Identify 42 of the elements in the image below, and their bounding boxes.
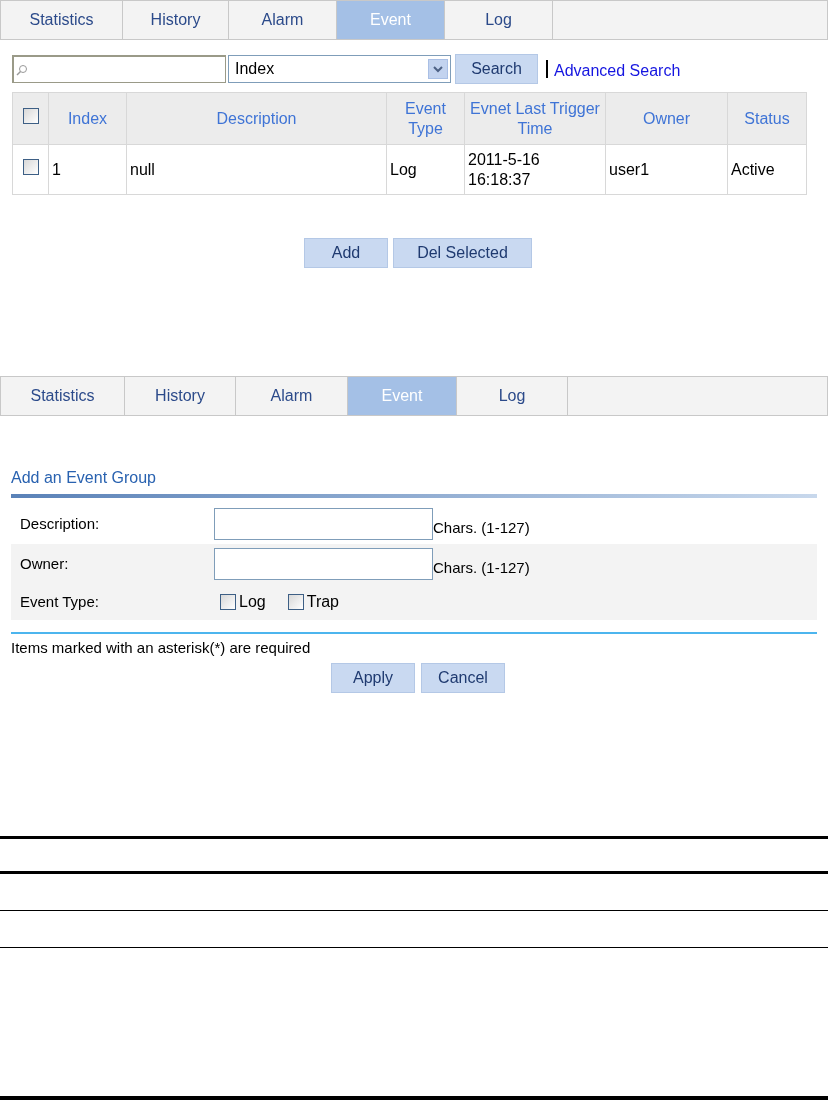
tab[interactable]: History [123, 1, 229, 39]
column-header: Owner [605, 92, 728, 145]
text-field[interactable] [214, 548, 433, 580]
column-header: Evnet Last Trigger Time [464, 92, 606, 145]
required-note: Items marked with an asterisk(*) are required [11, 638, 312, 658]
table-cell: user1 [605, 144, 728, 195]
search-icon [16, 63, 28, 76]
column-header: Status [727, 92, 807, 145]
tab[interactable]: Log [457, 377, 568, 415]
option-label: Trap [306, 592, 339, 612]
column-header: Index [48, 92, 127, 145]
action-button[interactable]: Del Selected [393, 238, 532, 268]
column-header: Event Type [386, 92, 465, 145]
filter-dropdown[interactable]: Index [228, 55, 451, 83]
table-cell: Active [727, 144, 807, 195]
table-cell: null [126, 144, 387, 195]
action-button[interactable]: Apply [331, 662, 415, 693]
field-label: Owner: [19, 553, 70, 574]
option-checkbox[interactable] [220, 594, 236, 610]
tab[interactable]: Statistics [1, 1, 123, 39]
option-checkbox[interactable] [287, 594, 304, 610]
table-cell: Log [386, 144, 465, 195]
field-hint: Chars. (1-127) [433, 557, 530, 578]
field-label: Description: [19, 513, 101, 534]
select-all-checkbox[interactable] [22, 107, 39, 124]
column-header: Description [126, 92, 387, 145]
action-button[interactable]: Cancel [421, 662, 505, 693]
advanced-search-link[interactable]: Advanced Search [554, 59, 681, 83]
option-label: Log [239, 592, 266, 612]
search-button[interactable]: Search [455, 54, 538, 84]
tab[interactable]: Log [445, 1, 553, 39]
search-field[interactable] [12, 55, 226, 83]
text-field[interactable] [214, 508, 433, 540]
action-button[interactable]: Add [304, 238, 388, 268]
tab[interactable]: History [125, 377, 236, 415]
field-hint: Chars. (1-127) [433, 517, 530, 538]
table-cell: 2011-5-16 16:18:37 [464, 144, 606, 195]
table-cell: 1 [48, 144, 127, 195]
section-title: Add an Event Group [11, 468, 157, 488]
row-checkbox[interactable] [22, 158, 39, 175]
tab[interactable]: Statistics [1, 377, 125, 415]
field-label: Event Type: [19, 591, 100, 612]
